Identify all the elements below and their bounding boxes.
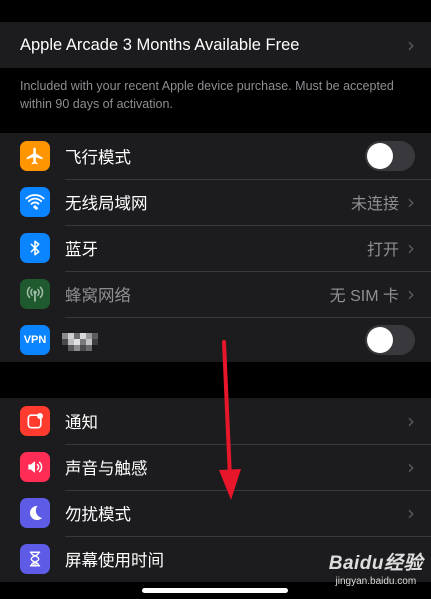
arcade-offer-note: Included with your recent Apple device p… (20, 79, 394, 111)
cellular-status: 无 SIM 卡 (329, 288, 399, 305)
sounds-haptics-row[interactable]: 声音与触感 › (0, 444, 431, 490)
chevron-right-icon: › (407, 236, 415, 260)
bluetooth-icon (20, 233, 50, 263)
chevron-right-icon: › (407, 455, 415, 479)
vpn-icon: VPN (20, 325, 50, 355)
chevron-right-icon: › (407, 547, 415, 571)
wifi-icon (20, 187, 50, 217)
airplane-mode-toggle[interactable] (365, 141, 415, 171)
cellular-row[interactable]: 蜂窝网络 无 SIM 卡 › (0, 271, 431, 317)
wifi-status: 未连接 (350, 196, 399, 213)
airplane-mode-label: 飞行模式 (65, 149, 131, 167)
chevron-right-icon: › (407, 190, 415, 214)
screen-time-label: 屏幕使用时间 (65, 552, 164, 570)
screen-time-row[interactable]: 屏幕使用时间 › (0, 536, 431, 582)
home-indicator (142, 588, 288, 593)
bluetooth-row[interactable]: 蓝牙 打开 › (0, 225, 431, 271)
chevron-right-icon: › (407, 282, 415, 306)
airplane-mode-row[interactable]: 飞行模式 (0, 133, 431, 179)
network-settings-group: 飞行模式 无线局域网 未连接 › 蓝牙 打开 › 蜂窝网络 无 SIM 卡 › … (0, 133, 431, 362)
vpn-toggle[interactable] (365, 325, 415, 355)
moon-icon (20, 498, 50, 528)
cellular-label: 蜂窝网络 (65, 287, 131, 305)
notifications-settings-group: 通知 › 声音与触感 › 勿扰模式 › 屏幕使用时间 › (0, 398, 431, 582)
notifications-row[interactable]: 通知 › (0, 398, 431, 444)
bluetooth-label: 蓝牙 (65, 241, 98, 259)
notifications-label: 通知 (65, 414, 98, 432)
bluetooth-status: 打开 (366, 242, 399, 259)
chevron-right-icon: › (407, 501, 415, 525)
arcade-offer-title: Apple Arcade 3 Months Available Free (20, 35, 300, 54)
chevron-right-icon: › (407, 409, 415, 433)
do-not-disturb-row[interactable]: 勿扰模式 › (0, 490, 431, 536)
chevron-right-icon: › (407, 33, 415, 57)
sounds-haptics-label: 声音与触感 (65, 460, 148, 478)
obscured-label (62, 333, 98, 351)
airplane-icon (20, 141, 50, 171)
wifi-row[interactable]: 无线局域网 未连接 › (0, 179, 431, 225)
arcade-offer-group: Apple Arcade 3 Months Available Free › (0, 22, 431, 68)
hourglass-icon (20, 544, 50, 574)
cellular-icon (20, 279, 50, 309)
arcade-offer-row[interactable]: Apple Arcade 3 Months Available Free › (0, 22, 431, 68)
wifi-label: 无线局域网 (65, 195, 148, 213)
vpn-badge: VPN (23, 334, 47, 346)
do-not-disturb-label: 勿扰模式 (65, 506, 131, 524)
vpn-row[interactable]: VPN (0, 317, 431, 363)
sound-icon (20, 452, 50, 482)
notification-icon (20, 406, 50, 436)
